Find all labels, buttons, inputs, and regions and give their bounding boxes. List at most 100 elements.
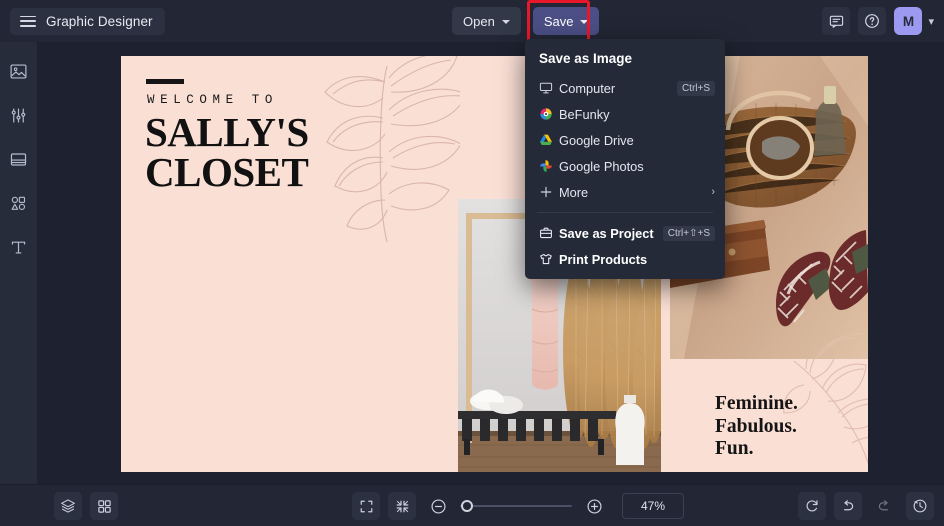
menu-item-label: BeFunky xyxy=(559,106,610,122)
shapes-icon xyxy=(11,196,26,210)
tagline-panel[interactable]: Feminine. Fabulous. Fun. xyxy=(670,359,868,472)
layout-icon xyxy=(10,152,27,166)
tagline-line2: Fabulous. xyxy=(715,415,797,437)
app-menu-button[interactable]: Graphic Designer xyxy=(10,7,165,35)
layers-button[interactable] xyxy=(54,492,82,520)
zoom-slider[interactable] xyxy=(460,492,572,520)
hero-panel[interactable]: WELCOME TO SALLY'S CLOSET xyxy=(121,56,460,472)
minus-circle-icon xyxy=(430,498,446,514)
sidebar-item-text[interactable] xyxy=(6,234,32,260)
open-button-label: Open xyxy=(463,13,495,29)
fullscreen-button[interactable] xyxy=(352,492,380,520)
text-t-icon xyxy=(11,241,26,254)
menu-item-label: Google Photos xyxy=(559,158,644,174)
zoom-in-button[interactable] xyxy=(580,492,608,520)
hero-kicker-text[interactable]: WELCOME TO xyxy=(147,93,278,107)
avatar[interactable]: M xyxy=(894,7,923,35)
menu-item-label: More xyxy=(559,184,589,200)
sliders-icon xyxy=(11,107,26,123)
bottom-toolbar: 47% xyxy=(0,484,944,526)
file-actions-group: Open Save xyxy=(452,0,600,42)
reset-icon xyxy=(806,500,818,512)
chevron-right-icon: › xyxy=(711,186,715,198)
left-tool-rail xyxy=(0,42,38,484)
menu-item-label: Save as Project xyxy=(559,225,654,241)
menu-item-print-products[interactable]: Print Products xyxy=(525,246,725,272)
briefcase-icon xyxy=(539,226,559,240)
grid-icon xyxy=(97,499,111,513)
menu-header: Save as Image xyxy=(539,51,633,66)
chevron-down-icon xyxy=(580,19,589,24)
undo-button[interactable] xyxy=(834,492,862,520)
save-button-label: Save xyxy=(543,13,574,29)
google-drive-icon xyxy=(539,133,559,147)
save-button-wrapper: Save xyxy=(526,0,600,42)
menu-item-label: Print Products xyxy=(559,251,648,267)
plus-circle-icon xyxy=(586,498,602,514)
fit-to-screen-button[interactable] xyxy=(388,492,416,520)
menu-item-label: Computer xyxy=(559,80,616,96)
help-button[interactable] xyxy=(858,7,887,35)
menu-item-shortcut: Ctrl+S xyxy=(676,80,715,96)
monitor-icon xyxy=(539,81,559,95)
menu-item-label: Google Drive xyxy=(559,132,634,148)
history-controls-group xyxy=(798,492,934,520)
sidebar-item-edit[interactable] xyxy=(6,102,32,128)
design-canvas[interactable]: WELCOME TO SALLY'S CLOSET Feminine. Fabu… xyxy=(121,56,868,472)
menu-divider xyxy=(537,212,713,213)
save-dropdown-menu[interactable]: Save as Image Computer Ctrl+S BeFunky Go… xyxy=(525,39,725,279)
hamburger-menu-icon xyxy=(20,15,36,27)
menu-item-more[interactable]: More › xyxy=(525,179,725,205)
sidebar-item-graphics[interactable] xyxy=(6,190,32,216)
menu-item-befunky[interactable]: BeFunky xyxy=(525,101,725,127)
history-button[interactable] xyxy=(906,492,934,520)
menu-item-shortcut: Ctrl+⇧+S xyxy=(662,225,715,241)
account-chevron-down-icon[interactable]: ▾ xyxy=(928,15,934,28)
bottom-left-group xyxy=(54,492,118,520)
zoom-level-input[interactable]: 47% xyxy=(622,493,684,519)
menu-item-save-as-project[interactable]: Save as Project Ctrl+⇧+S xyxy=(525,220,725,246)
tagline-line1: Feminine. xyxy=(715,393,798,414)
sidebar-item-frames[interactable] xyxy=(6,146,32,172)
hero-rule-divider xyxy=(146,79,184,84)
layers-icon xyxy=(61,499,75,513)
account-actions-group: M ▾ xyxy=(822,7,934,35)
sidebar-item-image[interactable] xyxy=(6,58,32,84)
tagline-text[interactable]: Feminine. Fabulous. Fun. xyxy=(715,393,798,461)
history-icon xyxy=(913,499,927,513)
undo-icon xyxy=(844,500,854,511)
grid-view-button[interactable] xyxy=(90,492,118,520)
image-icon xyxy=(10,63,27,79)
menu-item-computer[interactable]: Computer Ctrl+S xyxy=(525,75,725,101)
collapse-icon xyxy=(396,500,408,512)
zoom-out-button[interactable] xyxy=(424,492,452,520)
hero-title-line2: CLOSET xyxy=(145,149,309,195)
zoom-slider-track xyxy=(460,505,572,507)
app-title: Graphic Designer xyxy=(46,13,153,29)
hero-title-line1: SALLY'S xyxy=(145,109,309,155)
redo-icon xyxy=(878,500,888,511)
graphic-designer-app: Graphic Designer Open Save M ▾ WELCOME T… xyxy=(0,0,944,526)
redo-button[interactable] xyxy=(870,492,898,520)
tshirt-icon xyxy=(539,252,559,266)
menu-item-google-drive[interactable]: Google Drive xyxy=(525,127,725,153)
zoom-controls-group: 47% xyxy=(352,492,684,520)
top-toolbar: Graphic Designer Open Save M ▾ xyxy=(0,0,944,42)
menu-item-google-photos[interactable]: Google Photos xyxy=(525,153,725,179)
tagline-line3: Fun. xyxy=(715,438,754,459)
zoom-slider-handle[interactable] xyxy=(461,500,473,512)
reset-button[interactable] xyxy=(798,492,826,520)
google-photos-icon xyxy=(539,159,559,173)
plus-icon xyxy=(539,185,559,199)
befunky-logo-icon xyxy=(539,107,559,121)
expand-icon xyxy=(360,500,372,512)
question-circle-icon xyxy=(865,14,880,28)
hero-title-text[interactable]: SALLY'S CLOSET xyxy=(145,109,309,195)
leaf-decoration-icon xyxy=(324,56,460,243)
speech-bubble-icon xyxy=(829,15,844,28)
workspace[interactable]: WELCOME TO SALLY'S CLOSET Feminine. Fabu… xyxy=(38,42,944,484)
open-button[interactable]: Open xyxy=(452,7,521,35)
feedback-button[interactable] xyxy=(822,7,851,35)
chevron-down-icon xyxy=(501,19,510,24)
save-button[interactable]: Save xyxy=(532,7,600,35)
